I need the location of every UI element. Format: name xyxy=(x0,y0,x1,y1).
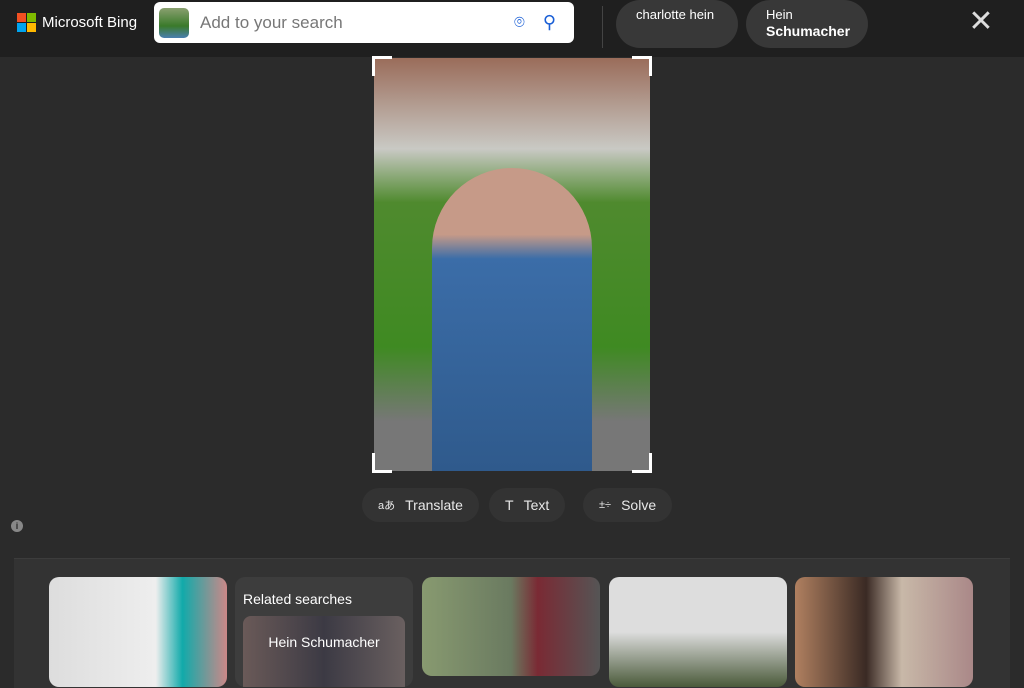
info-icon[interactable]: i xyxy=(11,520,23,532)
result-image[interactable] xyxy=(609,577,787,687)
chip-hein-schumacher[interactable]: Hein Schumacher xyxy=(746,0,868,48)
microsoft-logo-icon xyxy=(17,13,36,32)
top-bar: Microsoft Bing Add to your search ⌾ ⚲ ch… xyxy=(0,0,1024,57)
chip-label-bold: Schumacher xyxy=(766,23,851,39)
result-image[interactable] xyxy=(49,577,227,687)
divider xyxy=(602,6,603,48)
translate-button[interactable]: aあ Translate xyxy=(362,488,479,522)
related-search-label: Hein Schumacher xyxy=(268,634,380,650)
crop-handle-bl[interactable] xyxy=(372,453,392,473)
close-icon[interactable]: ✕ xyxy=(963,4,999,39)
related-searches-card: Related searches Hein Schumacher xyxy=(235,577,413,687)
result-image[interactable] xyxy=(795,577,973,687)
text-icon: T xyxy=(505,497,514,513)
chip-label: Hein xyxy=(766,7,793,22)
person-figure xyxy=(432,168,592,471)
search-input[interactable]: Add to your search xyxy=(200,13,514,33)
related-search-item[interactable]: Hein Schumacher xyxy=(243,616,405,687)
translate-label: Translate xyxy=(405,497,463,513)
translate-icon: aあ xyxy=(378,500,396,512)
search-box[interactable]: Add to your search ⌾ ⚲ xyxy=(154,2,574,43)
crop-handle-tl[interactable] xyxy=(372,56,392,76)
solve-button[interactable]: ±÷ Solve xyxy=(583,488,673,522)
visual-search-icon[interactable]: ⌾ xyxy=(514,12,525,33)
search-image-thumbnail[interactable] xyxy=(159,7,189,38)
text-label: Text xyxy=(523,497,550,513)
result-image[interactable] xyxy=(422,577,600,676)
search-icon[interactable]: ⚲ xyxy=(543,12,556,33)
brand-name: Microsoft Bing xyxy=(42,14,138,31)
bing-logo[interactable]: Microsoft Bing xyxy=(17,13,137,32)
crop-handle-br[interactable] xyxy=(632,453,652,473)
text-button[interactable]: T Text xyxy=(489,488,566,522)
chip-label: charlotte hein xyxy=(636,7,715,22)
query-image[interactable] xyxy=(374,58,650,471)
crop-handle-tr[interactable] xyxy=(632,56,652,76)
solve-icon: ±÷ xyxy=(599,499,612,511)
solve-label: Solve xyxy=(621,497,657,513)
related-searches-title: Related searches xyxy=(243,591,352,607)
chip-charlotte-hein[interactable]: charlotte hein xyxy=(616,0,738,48)
